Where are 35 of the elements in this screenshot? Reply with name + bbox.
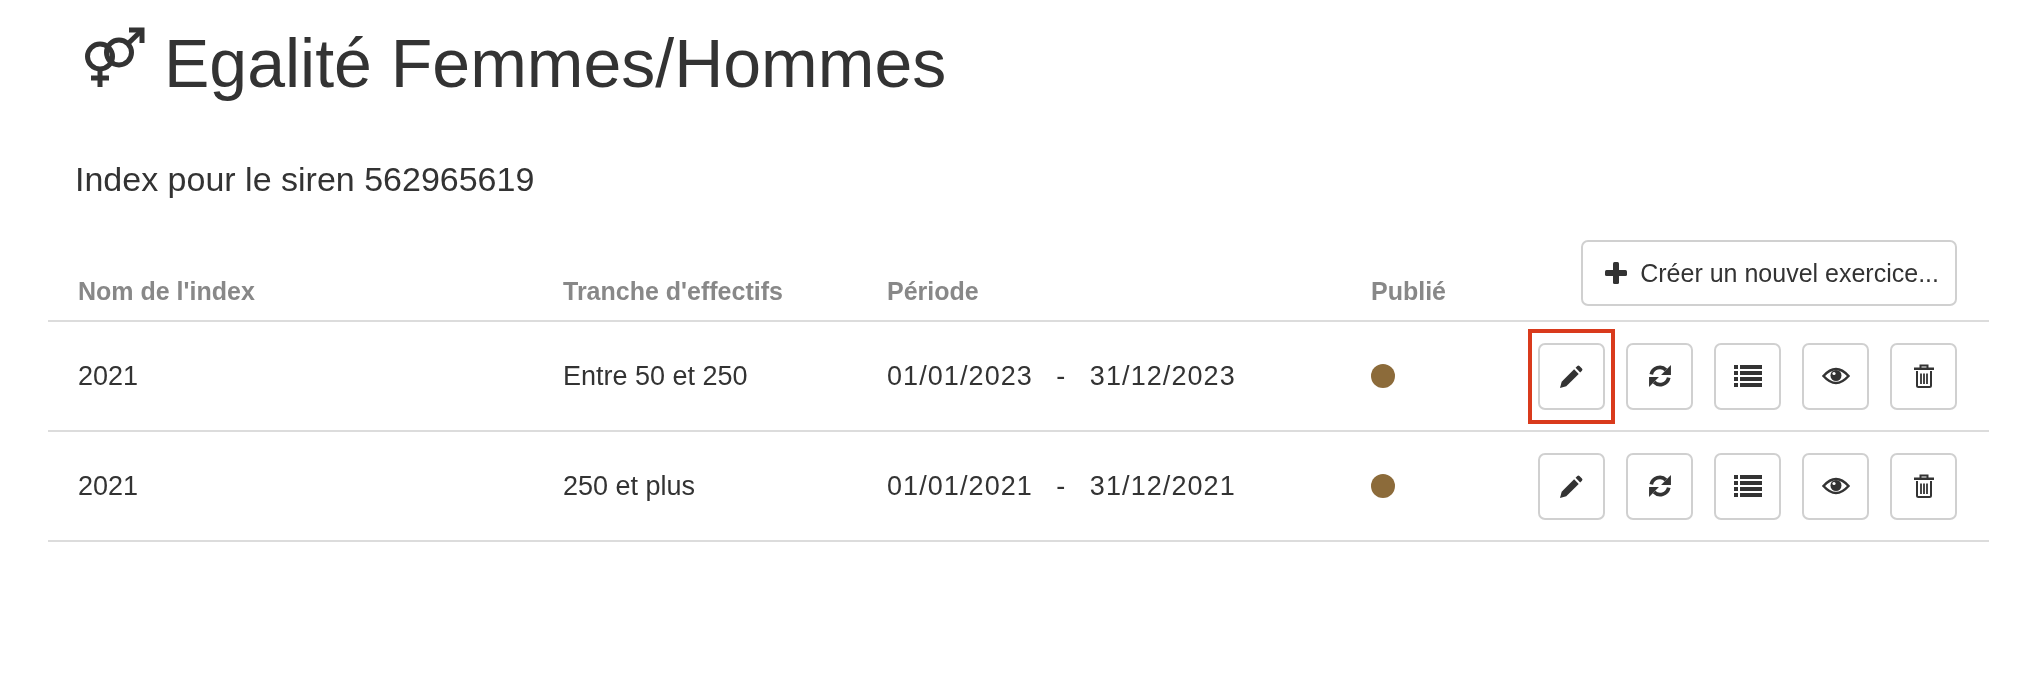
pencil-icon [1560,364,1583,388]
siren-subtitle: Index pour le siren 562965619 [75,160,535,199]
edit-button[interactable] [1538,342,1605,410]
column-header: Publié [1371,277,1446,305]
index-name: 2021 [78,470,139,501]
eye-icon [1821,477,1850,495]
pencil-icon [1560,474,1583,498]
gender-symbol-icon [85,27,145,87]
workforce-range: 250 et plus [563,470,696,501]
create-exercise-button[interactable]: Créer un nouvel exercice... [1581,240,1957,306]
plus-icon [1605,262,1628,284]
list-button[interactable] [1714,452,1781,520]
index-name: 2021 [78,360,139,391]
workforce-range: Entre 50 et 250 [563,360,748,391]
delete-button[interactable] [1890,342,1957,410]
circular-arrows-icon [1647,474,1672,498]
list-icon [1733,365,1762,387]
column-header: Tranche d'effectifs [563,277,783,305]
trash-icon [1913,364,1934,388]
eye-icon [1821,367,1850,385]
view-button[interactable] [1802,452,1869,520]
view-button[interactable] [1802,342,1869,410]
delete-button[interactable] [1890,452,1957,520]
refresh-button[interactable] [1626,342,1693,410]
period-range: 01/01/2021 - 31/12/2021 [887,470,1236,501]
column-header: Nom de l'index [78,277,255,305]
edit-button[interactable] [1538,452,1605,520]
circular-arrows-icon [1647,364,1672,388]
list-button[interactable] [1714,342,1781,410]
column-header: Période [887,277,979,305]
page-title: Egalité Femmes/Hommes [164,24,947,102]
period-range: 01/01/2023 - 31/12/2023 [887,360,1236,391]
refresh-button[interactable] [1626,452,1693,520]
list-icon [1733,475,1762,497]
trash-icon [1913,474,1934,498]
